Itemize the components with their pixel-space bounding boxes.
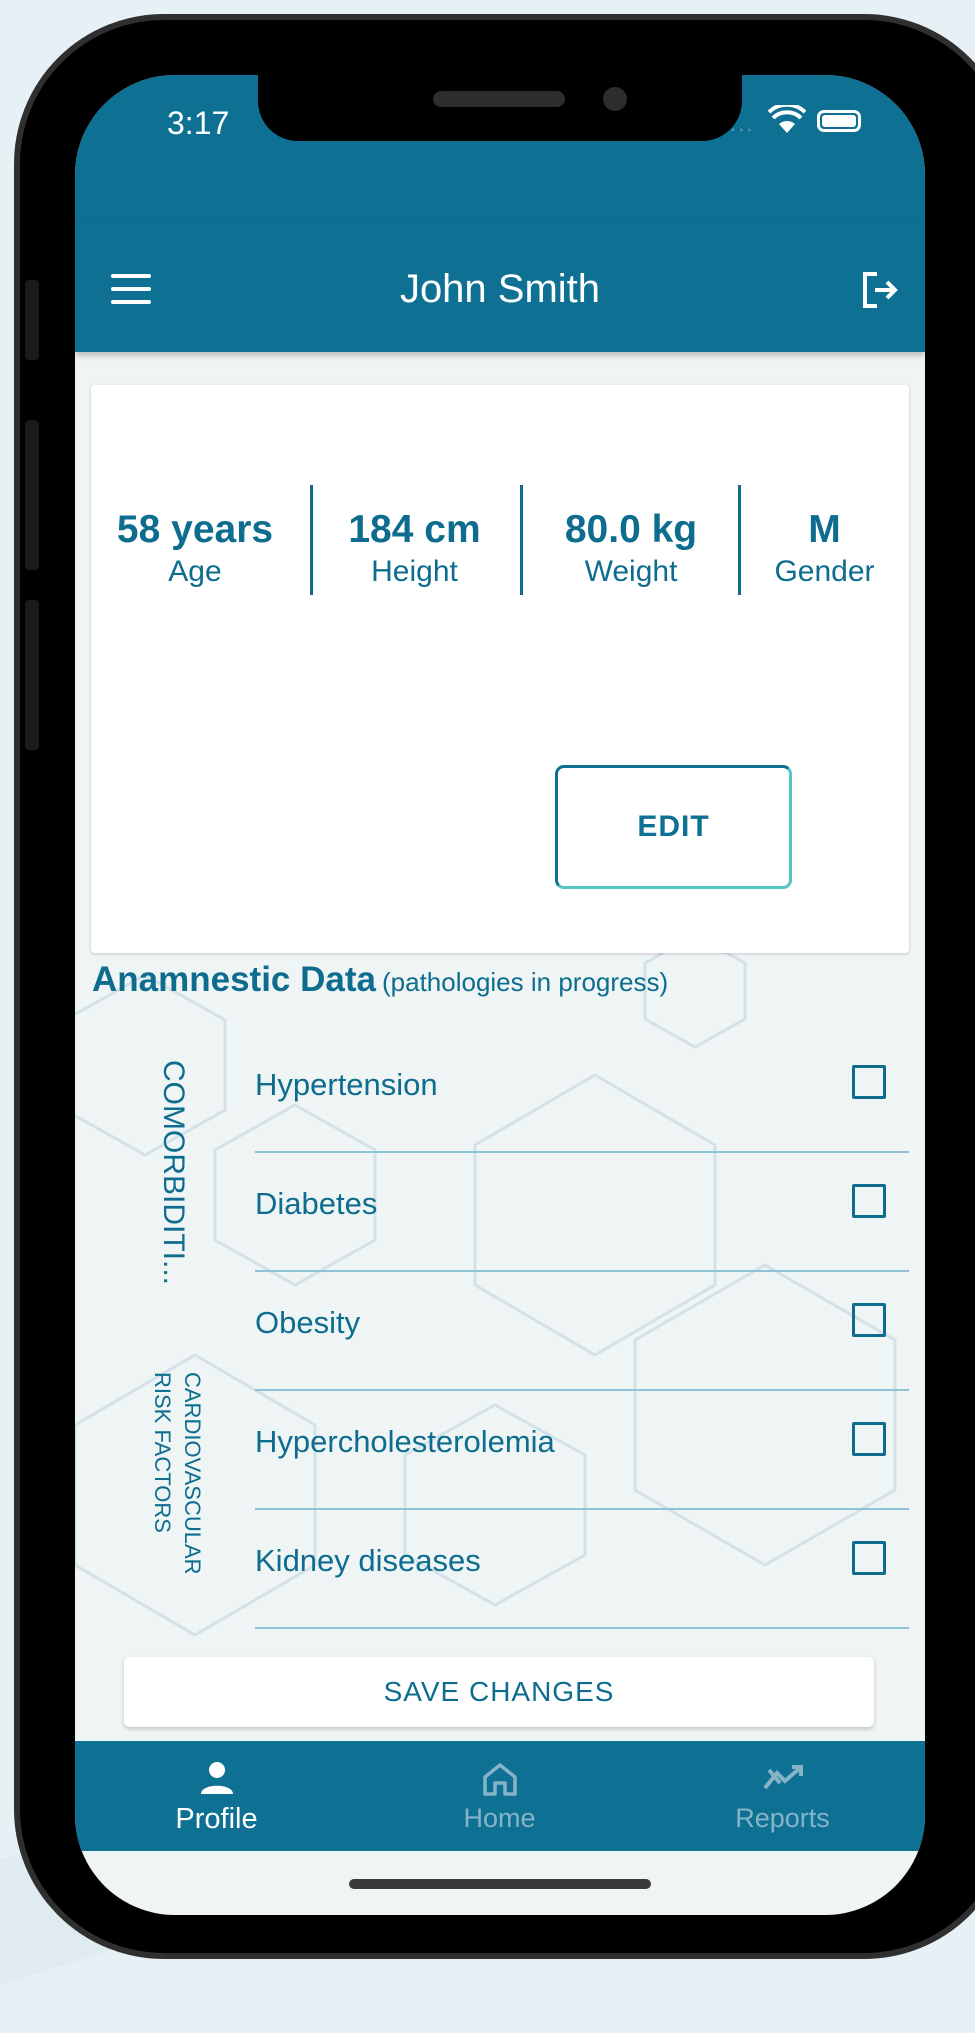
list-item[interactable]: Diabetes [255, 1153, 909, 1272]
status-time: 3:17 [167, 105, 230, 141]
age-value: 58 years [116, 508, 274, 551]
logout-icon[interactable] [859, 270, 899, 310]
stat-divider [310, 485, 313, 595]
diabetes-checkbox[interactable] [852, 1184, 886, 1218]
tab-profile[interactable]: Profile [75, 1741, 358, 1851]
anamnestic-heading: Anamnestic Data (pathologies in progress) [92, 960, 668, 1000]
edit-button[interactable]: EDIT [555, 765, 792, 889]
save-changes-button[interactable]: SAVE CHANGES [124, 1657, 874, 1727]
item-label: Hypertension [255, 1067, 438, 1102]
weight-label: Weight [584, 555, 678, 588]
tab-label: Reports [735, 1803, 830, 1833]
list-item[interactable]: Obesity [255, 1272, 909, 1391]
group-label-comorbidities: COMORBIDITI... [157, 1060, 190, 1285]
stat-divider [738, 485, 741, 595]
tab-home[interactable]: Home [358, 1741, 641, 1851]
profile-card: 58 years Age 184 cm Height 80.0 kg Weigh… [91, 385, 909, 953]
device-notch [258, 75, 742, 141]
status-bar: 3:17 ... [75, 75, 925, 220]
gender-value: M [808, 508, 841, 551]
height-label: Height [371, 555, 458, 588]
home-icon [482, 1763, 517, 1796]
wifi-icon [768, 105, 806, 133]
app-screen: 3:17 ... John Smith 58 years Age 184 cm [75, 75, 925, 1915]
list-item[interactable]: Hypercholesterolemia [255, 1391, 909, 1510]
speaker-grille [433, 91, 565, 107]
stat-height: 184 cm Height [312, 485, 517, 599]
hypertension-checkbox[interactable] [852, 1065, 886, 1099]
list-item[interactable]: Kidney diseases [255, 1510, 909, 1629]
volume-down-button [25, 600, 39, 750]
stat-weight: 80.0 kg Weight [522, 485, 740, 599]
volume-up-button [25, 420, 39, 570]
app-header: John Smith [75, 220, 925, 352]
battery-icon [817, 110, 861, 132]
section-subtitle: (pathologies in progress) [381, 967, 669, 997]
page-title: John Smith [399, 267, 601, 311]
item-label: Kidney diseases [255, 1543, 481, 1578]
trend-icon [762, 1765, 803, 1790]
signal-icon: ... [730, 111, 755, 136]
bottom-tab-bar: Profile Home Reports [75, 1741, 925, 1851]
mute-switch [25, 280, 39, 360]
item-label: Diabetes [255, 1186, 378, 1221]
person-icon [200, 1762, 233, 1794]
front-camera [603, 87, 627, 111]
tab-label: Home [463, 1803, 536, 1833]
tab-label: Profile [175, 1803, 258, 1835]
stat-age: 58 years Age [91, 485, 299, 599]
group-label-cardiovascular-risk: CARDIOVASCULAR RISK FACTORS [150, 1372, 205, 1575]
weight-value: 80.0 kg [564, 508, 698, 551]
tab-reports[interactable]: Reports [641, 1741, 924, 1851]
age-label: Age [168, 555, 222, 588]
item-label: Hypercholesterolemia [255, 1424, 555, 1459]
item-label: Obesity [255, 1305, 361, 1340]
gender-label: Gender [774, 555, 875, 588]
hypercholesterolemia-checkbox[interactable] [852, 1422, 886, 1456]
kidney-diseases-checkbox[interactable] [852, 1541, 886, 1575]
obesity-checkbox[interactable] [852, 1303, 886, 1337]
section-title: Anamnestic Data [92, 960, 376, 999]
home-indicator [349, 1879, 651, 1889]
stat-divider [520, 485, 523, 595]
list-item[interactable]: Hypertension [255, 1034, 909, 1153]
stat-gender: M Gender [740, 485, 909, 599]
profile-stats: 58 years Age 184 cm Height 80.0 kg Weigh… [91, 485, 909, 599]
height-value: 184 cm [348, 508, 481, 551]
